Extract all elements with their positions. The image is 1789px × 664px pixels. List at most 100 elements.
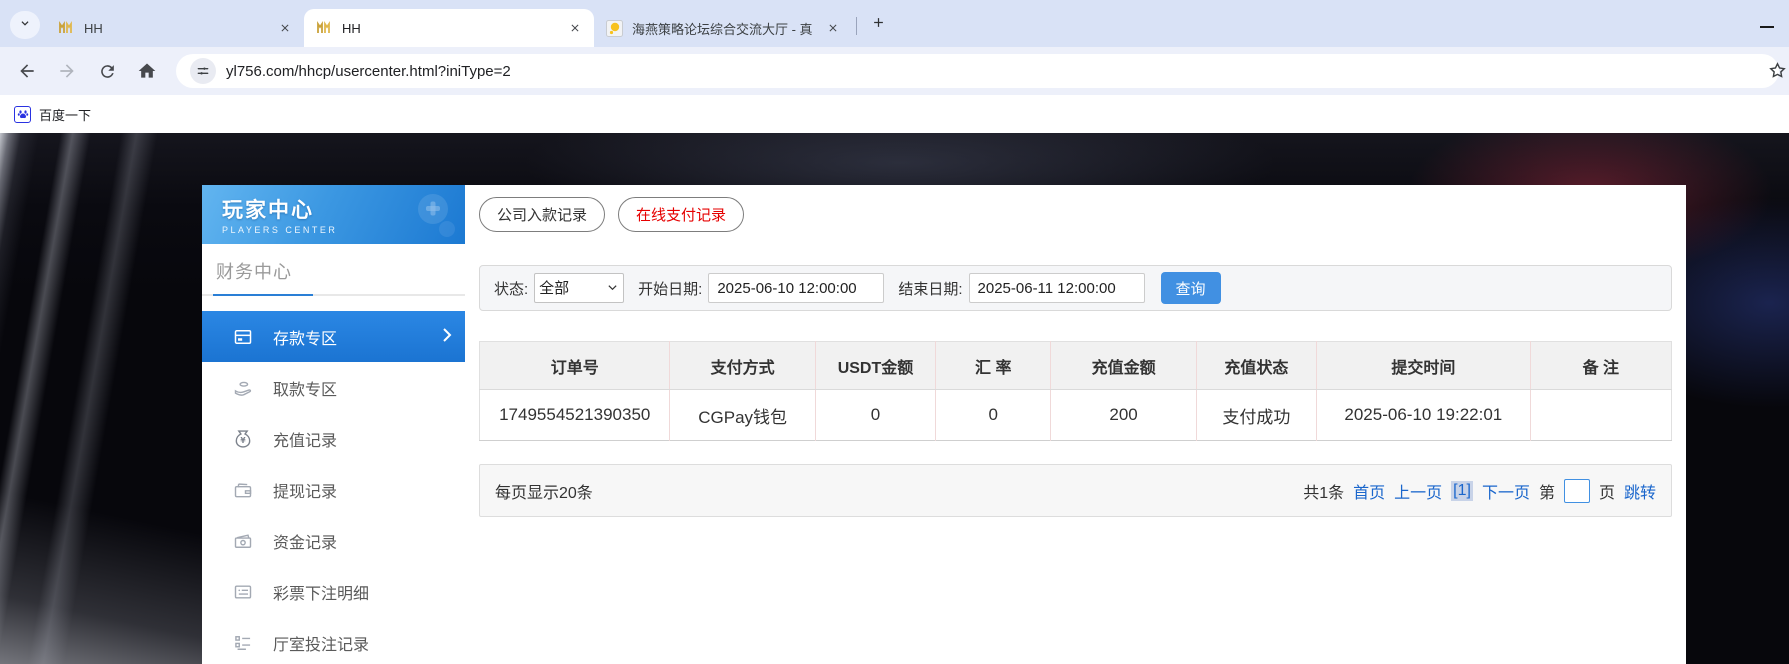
tab-strip: HH HH 海燕策略论坛综合交流大厅 - 真 [0, 0, 1789, 47]
col-usdt-amount: USDT金额 [814, 341, 936, 390]
close-icon[interactable] [276, 19, 294, 37]
col-submit-time: 提交时间 [1316, 341, 1531, 390]
end-date-label: 结束日期: [898, 280, 963, 298]
tab-company-deposit-records[interactable]: 公司入款记录 [479, 197, 606, 232]
tab-hh-1[interactable]: HH [46, 9, 304, 47]
table-row: 1749554521390350 CGPay钱包 0 0 200 支付成功 20… [479, 389, 1672, 441]
record-type-tabs: 公司入款记录 在线支付记录 [479, 197, 1672, 232]
sidebar-section-label: 财务中心 [216, 262, 292, 282]
new-tab-button[interactable] [865, 12, 891, 38]
forum-favicon-icon [606, 19, 623, 37]
sidebar-item-fund-records[interactable]: 资金记录 [202, 515, 465, 566]
total-count-text: 共1条 [1303, 484, 1345, 502]
tab-forum[interactable]: 海燕策略论坛综合交流大厅 - 真 [594, 9, 852, 47]
forward-button[interactable] [50, 54, 84, 88]
sidebar-menu: 存款专区 取款专区 ¥ 充值记录 提现记录 资金记录 彩票下注明细 厅室投注记录 [202, 311, 465, 664]
status-select[interactable]: 全部 [534, 273, 625, 303]
address-bar[interactable]: yl756.com/hhcp/usercenter.html?iniType=2 [176, 54, 1779, 88]
section-underline [202, 294, 465, 296]
tab-search-button[interactable] [10, 11, 40, 39]
payment-records-table: 订单号 支付方式 USDT金额 汇 率 充值金额 充值状态 提交时间 备 注 1… [479, 341, 1672, 441]
jump-prefix-text: 第 [1538, 484, 1555, 502]
document-list-icon [233, 582, 253, 602]
background-streaks [0, 133, 210, 664]
col-order-id: 订单号 [479, 341, 670, 390]
bookmark-label: 百度一下 [39, 107, 92, 123]
tab-online-payment-records[interactable]: 在线支付记录 [618, 197, 745, 232]
close-icon[interactable] [566, 19, 584, 37]
chevron-right-icon [442, 327, 452, 348]
bookmark-star-icon[interactable] [1768, 61, 1787, 85]
sidebar-section: 财务中心 [202, 244, 465, 294]
search-button[interactable]: 查询 [1160, 272, 1221, 304]
tab-title: HH [342, 20, 361, 36]
col-exchange-rate: 汇 率 [935, 341, 1051, 390]
jump-suffix-text: 页 [1598, 484, 1615, 502]
sidebar-item-deposit[interactable]: 存款专区 [202, 311, 465, 362]
sidebar-item-label: 彩票下注明细 [273, 585, 370, 603]
status-label: 状态: [494, 280, 529, 298]
banknote-icon [233, 531, 253, 551]
sidebar-item-label: 取款专区 [273, 381, 338, 399]
jump-button[interactable]: 跳转 [1624, 479, 1656, 503]
players-center-panel: 玩家中心 PLAYERS CENTER 财务中心 存款专区 取款专区 ¥ 充值记… [202, 185, 1686, 664]
cell-order-id: 1749554521390350 [479, 389, 670, 441]
pagination-controls: 共1条 首页 上一页 [1] 下一页 第 页 跳转 [1303, 478, 1656, 503]
next-page-link[interactable]: 下一页 [1482, 479, 1530, 503]
gold-logo-icon [58, 20, 75, 37]
back-button[interactable] [10, 54, 44, 88]
sidebar-item-hall-bet-records[interactable]: 厅室投注记录 [202, 617, 465, 664]
filter-bar: 状态: 全部 开始日期: 结束日期: 查询 [479, 265, 1672, 311]
sidebar-item-withdraw-records[interactable]: 提现记录 [202, 464, 465, 515]
cell-recharge-status: 支付成功 [1195, 389, 1317, 441]
sidebar-item-lottery-bet-detail[interactable]: 彩票下注明细 [202, 566, 465, 617]
sidebar-item-withdraw[interactable]: 取款专区 [202, 362, 465, 413]
cell-pay-method: CGPay钱包 [669, 389, 816, 441]
cell-recharge-amount: 200 [1050, 389, 1197, 441]
sidebar-item-label: 厅室投注记录 [273, 636, 370, 654]
pagination-bar: 每页显示20条 共1条 首页 上一页 [1] 下一页 第 页 跳转 [479, 464, 1672, 517]
prev-page-link[interactable]: 上一页 [1394, 479, 1442, 503]
page-background: 玩家中心 PLAYERS CENTER 财务中心 存款专区 取款专区 ¥ 充值记… [0, 133, 1789, 664]
cell-exchange-rate: 0 [935, 389, 1051, 441]
site-info-icon[interactable] [190, 58, 216, 84]
tab-title: 海燕策略论坛综合交流大厅 - 真 [632, 21, 813, 37]
chevron-down-icon [18, 16, 32, 35]
tab-hh-2-active[interactable]: HH [304, 9, 594, 47]
tab-divider [856, 17, 857, 35]
home-button[interactable] [130, 54, 164, 88]
close-icon[interactable] [824, 19, 842, 37]
sidebar-item-label: 充值记录 [273, 432, 338, 450]
sidebar-header: 玩家中心 PLAYERS CENTER [202, 185, 465, 244]
content-area: 公司入款记录 在线支付记录 状态: 全部 开始日期: 结束日期: 查询 [465, 185, 1686, 664]
hand-money-icon [233, 378, 253, 398]
table-header-row: 订单号 支付方式 USDT金额 汇 率 充值金额 充值状态 提交时间 备 注 [479, 341, 1672, 390]
status-select-wrap: 全部 [534, 273, 625, 303]
reload-button[interactable] [90, 54, 124, 88]
money-bag-icon: ¥ [233, 429, 253, 449]
first-page-link[interactable]: 首页 [1353, 479, 1385, 503]
cell-submit-time: 2025-06-10 19:22:01 [1316, 389, 1531, 441]
sidebar: 玩家中心 PLAYERS CENTER 财务中心 存款专区 取款专区 ¥ 充值记… [202, 185, 465, 664]
gold-logo-icon [316, 20, 333, 37]
url-text: yl756.com/hhcp/usercenter.html?iniType=2 [226, 62, 511, 80]
bookmark-baidu[interactable]: 百度一下 [14, 105, 91, 124]
col-pay-method: 支付方式 [669, 341, 816, 390]
start-date-label: 开始日期: [638, 280, 703, 298]
start-date-input[interactable] [708, 273, 885, 303]
end-date-input[interactable] [968, 273, 1145, 303]
tab-title: HH [84, 20, 103, 36]
sidebar-item-recharge-records[interactable]: ¥ 充值记录 [202, 413, 465, 464]
jump-page-input[interactable] [1563, 478, 1590, 503]
col-recharge-status: 充值状态 [1195, 341, 1317, 390]
sidebar-item-label: 提现记录 [273, 483, 338, 501]
sidebar-item-label: 资金记录 [273, 534, 338, 552]
cell-remark [1529, 389, 1672, 441]
window-minimize-button[interactable] [1760, 16, 1775, 34]
wallet-icon [233, 480, 253, 500]
cell-usdt-amount: 0 [814, 389, 936, 441]
list-bullets-icon [233, 633, 253, 653]
col-remark: 备 注 [1529, 341, 1672, 390]
gamepad-icon [395, 191, 455, 241]
bookmarks-bar: 百度一下 [0, 95, 1789, 133]
